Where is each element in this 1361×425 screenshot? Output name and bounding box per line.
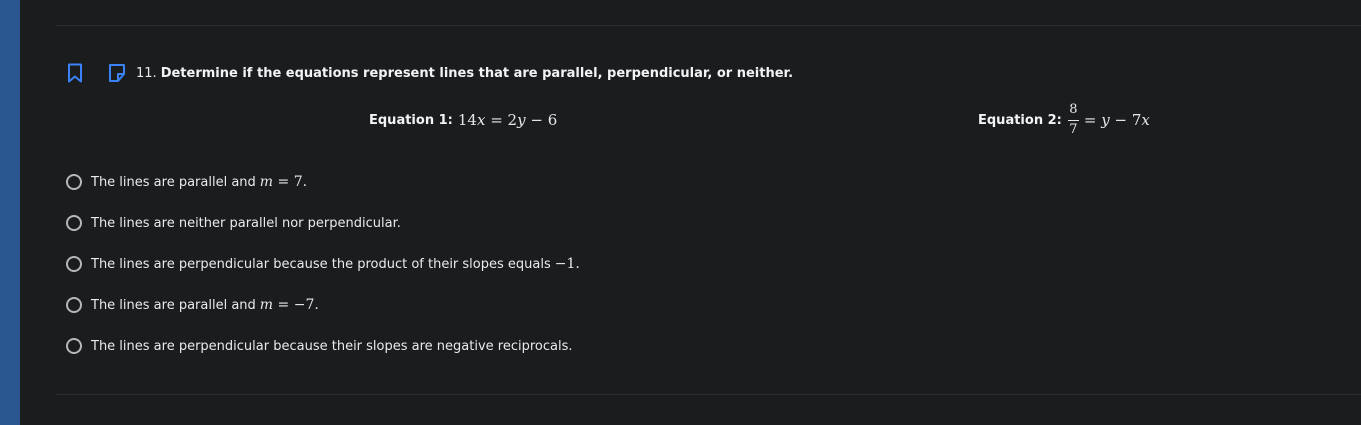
answer-option[interactable]: The lines are parallel and m = −7.	[66, 295, 580, 315]
top-divider	[56, 25, 1361, 26]
equation-2-fraction: 8 7	[1067, 102, 1079, 137]
fraction-numerator: 8	[1069, 102, 1078, 117]
option-text: The lines are parallel and	[91, 174, 256, 190]
option-math: −1.	[554, 256, 580, 272]
option-math: m = 7.	[259, 174, 308, 190]
radio-button[interactable]	[66, 215, 82, 231]
note-icon[interactable]	[106, 62, 128, 84]
radio-button[interactable]	[66, 256, 82, 272]
radio-button[interactable]	[66, 297, 82, 313]
equation-1-label: Equation 1:	[369, 112, 453, 128]
option-text: The lines are perpendicular because thei…	[91, 338, 573, 354]
bookmark-icon[interactable]	[64, 62, 86, 84]
option-text: The lines are perpendicular because the …	[91, 256, 551, 272]
question-number: 11.	[136, 65, 157, 81]
answer-option[interactable]: The lines are perpendicular because thei…	[66, 336, 580, 356]
equation-2-label: Equation 2:	[978, 112, 1062, 128]
fraction-bar	[1067, 120, 1079, 121]
bottom-divider	[56, 394, 1361, 395]
question-header: 11. Determine if the equations represent…	[64, 62, 793, 84]
option-text: The lines are parallel and	[91, 297, 256, 313]
fraction-denominator: 7	[1069, 122, 1078, 137]
answer-option[interactable]: The lines are perpendicular because the …	[66, 254, 580, 274]
question-prompt: Determine if the equations represent lin…	[160, 65, 794, 81]
equation-1-math: 14x = 2y − 6	[457, 111, 558, 129]
equation-2-math: = y − 7x	[1083, 111, 1150, 129]
radio-button[interactable]	[66, 174, 82, 190]
left-accent-rail	[0, 0, 20, 425]
answer-options: The lines are parallel and m = 7. The li…	[66, 172, 580, 377]
answer-option[interactable]: The lines are neither parallel nor perpe…	[66, 213, 580, 233]
option-math: m = −7.	[259, 297, 319, 313]
radio-button[interactable]	[66, 338, 82, 354]
equation-1: Equation 1: 14x = 2y − 6	[369, 110, 557, 130]
answer-option[interactable]: The lines are parallel and m = 7.	[66, 172, 580, 192]
option-text: The lines are neither parallel nor perpe…	[91, 215, 401, 231]
equation-2: Equation 2: 8 7 = y − 7x	[978, 99, 1150, 141]
